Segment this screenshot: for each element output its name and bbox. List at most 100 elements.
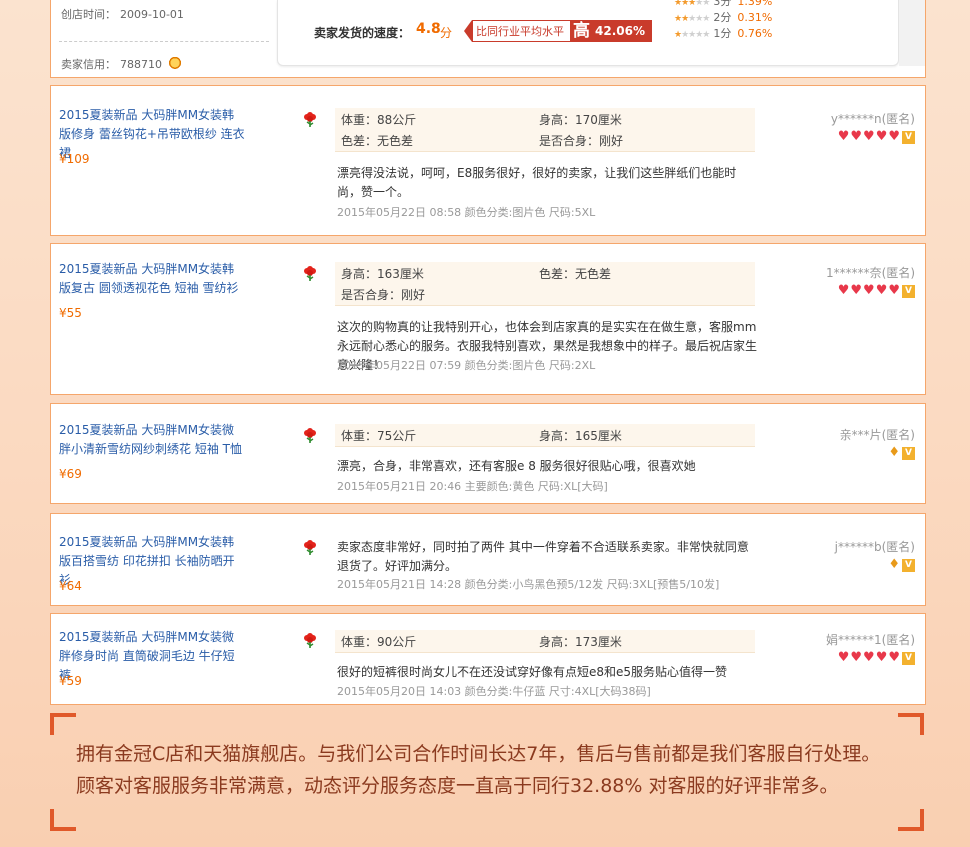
product-link[interactable]: 2015夏装新品 大码胖MM女装韩版复古 圆领透视花色 短袖 雪纺衫 bbox=[59, 260, 245, 298]
buyer-name: 娟******1(匿名) bbox=[826, 633, 915, 647]
stars-icon: ★★★★★ bbox=[674, 30, 710, 40]
crown-icon bbox=[168, 57, 182, 70]
diamond-icon: ♦ bbox=[888, 445, 900, 460]
buyer-credit-level: ♥ ♥ ♥ ♥ ♥ V bbox=[838, 130, 915, 144]
star-row-percent: 1.39% bbox=[737, 0, 773, 8]
star-row-label: 1分 bbox=[713, 27, 732, 40]
buyer-name: j******b(匿名) bbox=[834, 540, 915, 554]
heart-icon: ♥ bbox=[863, 129, 875, 144]
speed-label: 卖家发货的速度： bbox=[314, 26, 411, 40]
heart-icon: ♥ bbox=[850, 650, 863, 665]
speed-value: 4.8 bbox=[416, 21, 441, 37]
attribute-cell: 身高：163厘米 bbox=[341, 267, 424, 281]
review-meta: 2015年05月21日 14:28 颜色分类:小鸟黑色预5/12发 尺码:3XL… bbox=[337, 578, 720, 591]
heart-icon: ♥ bbox=[850, 129, 863, 144]
store-info-panel: 创店时间： 2009-10-01 卖家信用： 788710 卖家发货的速度： 4.8… bbox=[50, 0, 926, 78]
flower-rating-icon bbox=[304, 428, 316, 443]
heart-icon: ♥ bbox=[888, 283, 900, 298]
product-price: ¥59 bbox=[59, 674, 82, 688]
star-row-label: 3分 bbox=[713, 0, 732, 8]
attribute-cell: 身高：173厘米 bbox=[539, 635, 622, 649]
product-price: ¥64 bbox=[59, 579, 82, 593]
review-text: 漂亮，合身，非常喜欢，还有客服e 8 服务很好很贴心哦，很喜欢她 bbox=[337, 459, 696, 473]
buyer-credit-level: ♥ ♥ ♥ ♥ ♥ V bbox=[838, 651, 915, 665]
heart-icon: ♥ bbox=[875, 283, 888, 298]
star-distribution: ★★★★★ 3分 1.39% ★★★★★ 2分 0.31% ★★★★★ 1分 0.76% bbox=[674, 0, 772, 42]
vip-icon: V bbox=[902, 130, 915, 144]
review-meta: 2015年05月22日 07:59 颜色分类:图片色 尺码:2XL bbox=[337, 359, 596, 372]
open-date-label: 创店时间： bbox=[61, 8, 116, 21]
attribute-cell: 是否合身：刚好 bbox=[539, 134, 624, 148]
corner-bracket-bottom-right bbox=[898, 809, 924, 831]
buyer-attributes: 身高：163厘米 色差：无色差是否合身：刚好 bbox=[335, 262, 755, 306]
attribute-cell: 身高：170厘米 bbox=[539, 113, 622, 127]
store-meta: 创店时间： 2009-10-01 卖家信用： 788710 bbox=[59, 0, 269, 78]
credit-label: 卖家信用： bbox=[61, 58, 116, 71]
buyer-credit-level: ♥ ♥ ♥ ♥ ♥ V bbox=[838, 284, 915, 298]
vip-icon: V bbox=[902, 651, 915, 665]
corner-bracket-top-left bbox=[50, 713, 76, 735]
flower-rating-icon bbox=[304, 112, 316, 127]
star-row: ★★★★★ 1分 0.76% bbox=[674, 26, 772, 42]
side-panel bbox=[899, 0, 925, 66]
diamond-icon: ♦ bbox=[888, 557, 900, 572]
flower-rating-icon bbox=[304, 266, 316, 281]
buyer-attributes: 体重：90公斤 身高：173厘米 bbox=[335, 630, 755, 653]
buyer-credit-level: ♦ V bbox=[888, 446, 915, 460]
heart-icon: ♥ bbox=[888, 129, 900, 144]
product-link[interactable]: 2015夏装新品 大码胖MM女装微胖修身时尚 直筒破洞毛边 牛仔短裤 bbox=[59, 628, 245, 685]
heart-icon: ♥ bbox=[875, 129, 888, 144]
stars-icon: ★★★★★ bbox=[674, 14, 710, 24]
store-open-date: 创店时间： 2009-10-01 bbox=[61, 6, 184, 22]
heart-icon: ♥ bbox=[863, 650, 875, 665]
summary-text: 拥有金冠C店和天猫旗舰店。与我们公司合作时间长达7年，售后与售前都是我们客服自行… bbox=[76, 738, 936, 802]
compare-percent: 42.06% bbox=[593, 20, 651, 42]
star-row: ★★★★★ 2分 0.31% bbox=[674, 10, 772, 26]
corner-bracket-top-right bbox=[898, 713, 924, 735]
summary-line-2: 顾客对客服服务非常满意，动态评分服务态度一直高于同行32.88% 对客服的好评非… bbox=[76, 775, 839, 797]
attribute-cell: 身高：165厘米 bbox=[539, 429, 622, 443]
heart-icon: ♥ bbox=[888, 650, 900, 665]
heart-icon: ♥ bbox=[837, 650, 850, 665]
heart-icon: ♥ bbox=[837, 129, 850, 144]
product-price: ¥55 bbox=[59, 306, 82, 320]
product-link[interactable]: 2015夏装新品 大码胖MM女装微胖小清新雪纺网纱刺绣花 短袖 T恤 bbox=[59, 421, 245, 459]
shipping-rating-panel: 卖家发货的速度： 4.8 分 比同行业平均水平 高 42.06% ★★★★★ 3分… bbox=[277, 0, 899, 66]
stars-icon: ★★★★★ bbox=[674, 0, 710, 8]
buyer-name: 亲***片(匿名) bbox=[839, 428, 915, 442]
attribute-cell: 体重：88公斤 bbox=[341, 113, 417, 127]
buyer-name: y******n(匿名) bbox=[830, 112, 915, 126]
buyer-credit-level: ♦ V bbox=[888, 558, 915, 572]
product-price: ¥69 bbox=[59, 467, 82, 481]
star-row: ★★★★★ 3分 1.39% bbox=[674, 0, 772, 10]
speed-unit: 分 bbox=[440, 26, 453, 40]
attribute-cell: 体重：75公斤 bbox=[341, 429, 417, 443]
attribute-cell: 色差：无色差 bbox=[539, 267, 612, 281]
review-card: 2015夏装新品 大码胖MM女装韩版复古 圆领透视花色 短袖 雪纺衫 ¥55 身高：… bbox=[50, 243, 926, 395]
star-row-label: 2分 bbox=[713, 11, 732, 24]
review-card: 2015夏装新品 大码胖MM女装微胖修身时尚 直筒破洞毛边 牛仔短裤 ¥59 体重：… bbox=[50, 613, 926, 705]
open-date-value: 2009-10-01 bbox=[120, 8, 184, 21]
buyer-name: 1******奈(匿名) bbox=[826, 266, 915, 280]
flower-rating-icon bbox=[304, 633, 316, 648]
vip-icon: V bbox=[902, 284, 915, 298]
review-meta: 2015年05月21日 20:46 主要颜色:黄色 尺码:XL[大码] bbox=[337, 480, 608, 493]
attribute-cell: 是否合身：刚好 bbox=[341, 288, 426, 302]
flower-rating-icon bbox=[304, 540, 316, 555]
review-text: 很好的短裤很时尚女儿不在还没试穿好像有点短e8和e5服务贴心值得一赞 bbox=[337, 665, 728, 679]
vip-icon: V bbox=[902, 446, 915, 460]
credit-value: 788710 bbox=[120, 58, 162, 71]
review-card: 2015夏装新品 大码胖MM女装韩版修身 蕾丝钩花+吊带欧根纱 连衣裙 ¥109 体… bbox=[50, 85, 926, 236]
review-card: 2015夏装新品 大码胖MM女装韩版百搭雪纺 印花拼扣 长袖防晒开衫 ¥64 卖家态… bbox=[50, 513, 926, 606]
star-row-percent: 0.76% bbox=[737, 27, 773, 40]
heart-icon: ♥ bbox=[850, 283, 863, 298]
review-text: 漂亮得没法说，呵呵，E8服务很好，很好的卖家，让我们这些胖纸们也能时尚，赞一个。 bbox=[337, 166, 737, 199]
star-row-percent: 0.31% bbox=[737, 11, 773, 24]
heart-icon: ♥ bbox=[875, 650, 888, 665]
arrow-left-icon bbox=[464, 20, 472, 42]
corner-bracket-bottom-left bbox=[50, 809, 76, 831]
attribute-cell: 色差：无色差 bbox=[341, 134, 414, 148]
review-meta: 2015年05月22日 08:58 颜色分类:图片色 尺码:5XL bbox=[337, 206, 596, 219]
buyer-attributes: 体重：88公斤 身高：170厘米色差：无色差 是否合身：刚好 bbox=[335, 108, 755, 152]
product-link[interactable]: 2015夏装新品 大码胖MM女装韩版百搭雪纺 印花拼扣 长袖防晒开衫 bbox=[59, 533, 245, 590]
